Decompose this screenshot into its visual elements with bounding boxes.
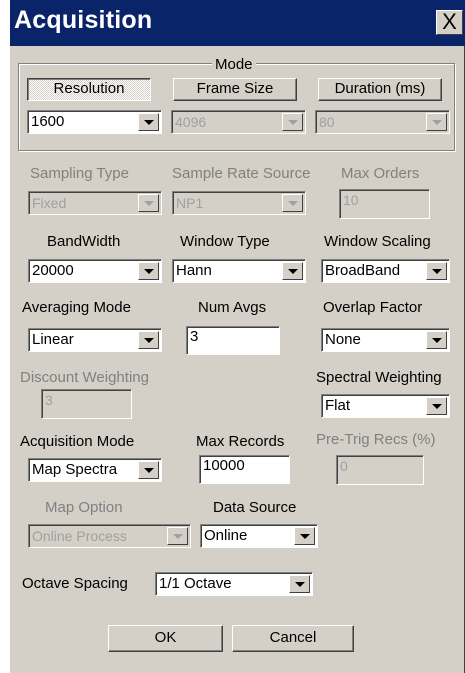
averaging-mode-label: Averaging Mode	[22, 299, 131, 316]
sample-rate-source-label: Sample Rate Source	[172, 165, 311, 182]
window-scaling-select[interactable]: BroadBand	[321, 259, 450, 283]
title-bar[interactable]: Acquisition X	[10, 0, 465, 46]
acquisition-mode-select[interactable]: Map Spectra	[28, 458, 162, 482]
close-icon: X	[442, 9, 457, 34]
chevron-down-icon	[282, 194, 303, 212]
discount-weighting-value: 3	[45, 392, 53, 408]
octave-spacing-select[interactable]: 1/1 Octave	[155, 572, 313, 596]
chevron-down-icon[interactable]	[282, 262, 303, 280]
map-option-label: Map Option	[45, 499, 123, 516]
spectral-weighting-value: Flat	[325, 397, 351, 414]
spectral-weighting-label: Spectral Weighting	[316, 369, 442, 386]
bandwidth-select[interactable]: 20000	[28, 259, 162, 283]
acquisition-mode-label: Acquisition Mode	[20, 433, 135, 450]
discount-weighting-field: 3	[41, 389, 132, 419]
data-source-value: Online	[204, 527, 248, 544]
resolution-select[interactable]: 1600	[27, 110, 162, 134]
pre-trig-recs-field: 0	[336, 455, 424, 485]
max-records-label: Max Records	[196, 433, 285, 450]
chevron-down-icon[interactable]	[138, 113, 159, 131]
overlap-factor-select[interactable]: None	[321, 328, 450, 352]
spectral-weighting-select[interactable]: Flat	[321, 394, 450, 418]
octave-spacing-label: Octave Spacing	[22, 575, 128, 592]
chevron-down-icon	[167, 527, 188, 545]
chevron-down-icon[interactable]	[426, 397, 447, 415]
chevron-down-icon[interactable]	[294, 527, 315, 545]
cancel-button[interactable]: Cancel	[232, 625, 354, 652]
sample-rate-source-select: NP1	[172, 191, 306, 215]
max-records-field[interactable]: 10000	[199, 455, 290, 484]
acquisition-dialog: Acquisition X Mode Resolution Frame Size…	[10, 0, 465, 673]
chevron-down-icon	[138, 194, 159, 212]
window-scaling-label: Window Scaling	[324, 233, 431, 250]
pre-trig-recs-label: Pre-Trig Recs (%)	[316, 431, 436, 448]
octave-spacing-value: 1/1 Octave	[159, 575, 232, 592]
discount-weighting-label: Discount Weighting	[20, 369, 149, 386]
window-type-select[interactable]: Hann	[172, 259, 306, 283]
sample-rate-source-value: NP1	[176, 195, 204, 211]
window-type-label: Window Type	[180, 233, 270, 250]
chevron-down-icon[interactable]	[138, 331, 159, 349]
sampling-type-value: Fixed	[32, 195, 67, 211]
overlap-factor-label: Overlap Factor	[323, 299, 423, 316]
window-type-value: Hann	[176, 262, 212, 279]
max-orders-value: 10	[343, 192, 359, 208]
num-avgs-value: 3	[190, 328, 199, 345]
window-title: Acquisition	[14, 6, 153, 34]
acquisition-mode-value: Map Spectra	[32, 461, 118, 478]
mode-group	[18, 63, 455, 151]
max-records-value: 10000	[203, 457, 245, 474]
duration-select-value: 80	[319, 114, 335, 130]
resolution-select-value: 1600	[31, 113, 65, 130]
overlap-factor-value: None	[325, 331, 361, 348]
pre-trig-recs-value: 0	[340, 458, 348, 474]
duration-button[interactable]: Duration (ms)	[318, 78, 442, 101]
chevron-down-icon[interactable]	[138, 262, 159, 280]
data-source-label: Data Source	[213, 499, 297, 516]
chevron-down-icon[interactable]	[289, 575, 310, 593]
frame-size-select-value: 4096	[175, 114, 207, 130]
chevron-down-icon[interactable]	[426, 331, 447, 349]
bandwidth-label: BandWidth	[47, 233, 121, 250]
averaging-mode-select[interactable]: Linear	[28, 328, 162, 352]
averaging-mode-value: Linear	[32, 331, 74, 348]
max-orders-field: 10	[339, 189, 430, 219]
num-avgs-label: Num Avgs	[198, 299, 267, 316]
duration-select: 80	[315, 110, 450, 134]
max-orders-label: Max Orders	[341, 165, 420, 182]
resolution-button[interactable]: Resolution	[27, 78, 151, 101]
num-avgs-field[interactable]: 3	[186, 326, 280, 355]
frame-size-button[interactable]: Frame Size	[173, 78, 297, 101]
chevron-down-icon	[426, 113, 447, 131]
sampling-type-label: Sampling Type	[30, 165, 129, 182]
frame-size-select: 4096	[171, 110, 306, 134]
close-button[interactable]: X	[436, 10, 463, 35]
sampling-type-select: Fixed	[28, 191, 162, 215]
chevron-down-icon[interactable]	[426, 262, 447, 280]
bandwidth-value: 20000	[32, 262, 74, 279]
data-source-select[interactable]: Online	[200, 524, 318, 548]
map-option-value: Online Process	[32, 528, 127, 544]
ok-button[interactable]: OK	[108, 625, 223, 652]
chevron-down-icon[interactable]	[138, 461, 159, 479]
chevron-down-icon	[282, 113, 303, 131]
map-option-select: Online Process	[28, 524, 191, 548]
mode-group-label: Mode	[212, 56, 256, 74]
window-scaling-value: BroadBand	[325, 262, 401, 279]
